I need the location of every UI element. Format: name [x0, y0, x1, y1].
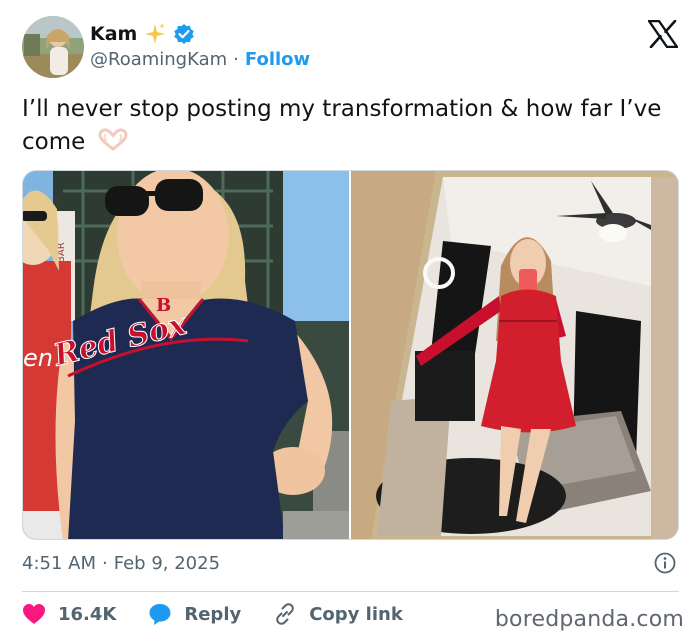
reply-label: Reply: [184, 603, 242, 625]
follow-button[interactable]: Follow: [245, 49, 310, 70]
heart-hands-icon: [97, 128, 129, 162]
separator: ·: [233, 49, 239, 70]
meta-separator: ·: [102, 553, 108, 574]
before-photo[interactable]: BAR en B Red Sox: [23, 171, 349, 539]
svg-text:en: en: [23, 344, 53, 372]
heart-icon: [23, 604, 45, 624]
timestamp[interactable]: 4:51 AM · Feb 9, 2025: [22, 553, 220, 574]
tweet-card: Kam @RoamingKam · Follow I’ll never stop…: [0, 0, 700, 642]
author-name-row: Kam: [90, 22, 195, 46]
after-photo[interactable]: [351, 171, 678, 539]
info-icon[interactable]: [654, 552, 676, 579]
tweet-date: Feb 9, 2025: [113, 553, 221, 574]
x-logo-icon[interactable]: [647, 19, 679, 49]
tweet-time: 4:51 AM: [22, 553, 96, 574]
like-button[interactable]: 16.4K: [22, 603, 116, 625]
handle[interactable]: @RoamingKam: [90, 49, 227, 70]
verified-icon: [173, 23, 195, 45]
link-icon: [276, 603, 294, 625]
watermark: boredpanda.com: [494, 607, 684, 632]
display-name[interactable]: Kam: [90, 23, 137, 45]
handle-row: @RoamingKam · Follow: [90, 49, 310, 70]
copy-link-label: Copy link: [309, 603, 403, 625]
sparkle-icon: [143, 22, 167, 46]
copy-link-button[interactable]: Copy link: [273, 602, 403, 626]
reply-button[interactable]: Reply: [148, 602, 241, 626]
action-bar: 16.4K Reply Copy link: [22, 602, 435, 626]
reply-icon: [149, 604, 171, 625]
tweet-text: I’ll never stop posting my transformatio…: [22, 93, 682, 162]
likes-count: 16.4K: [58, 603, 117, 625]
divider: [22, 591, 679, 592]
avatar[interactable]: [22, 16, 84, 78]
media-grid: BAR en B Red Sox: [22, 170, 679, 540]
